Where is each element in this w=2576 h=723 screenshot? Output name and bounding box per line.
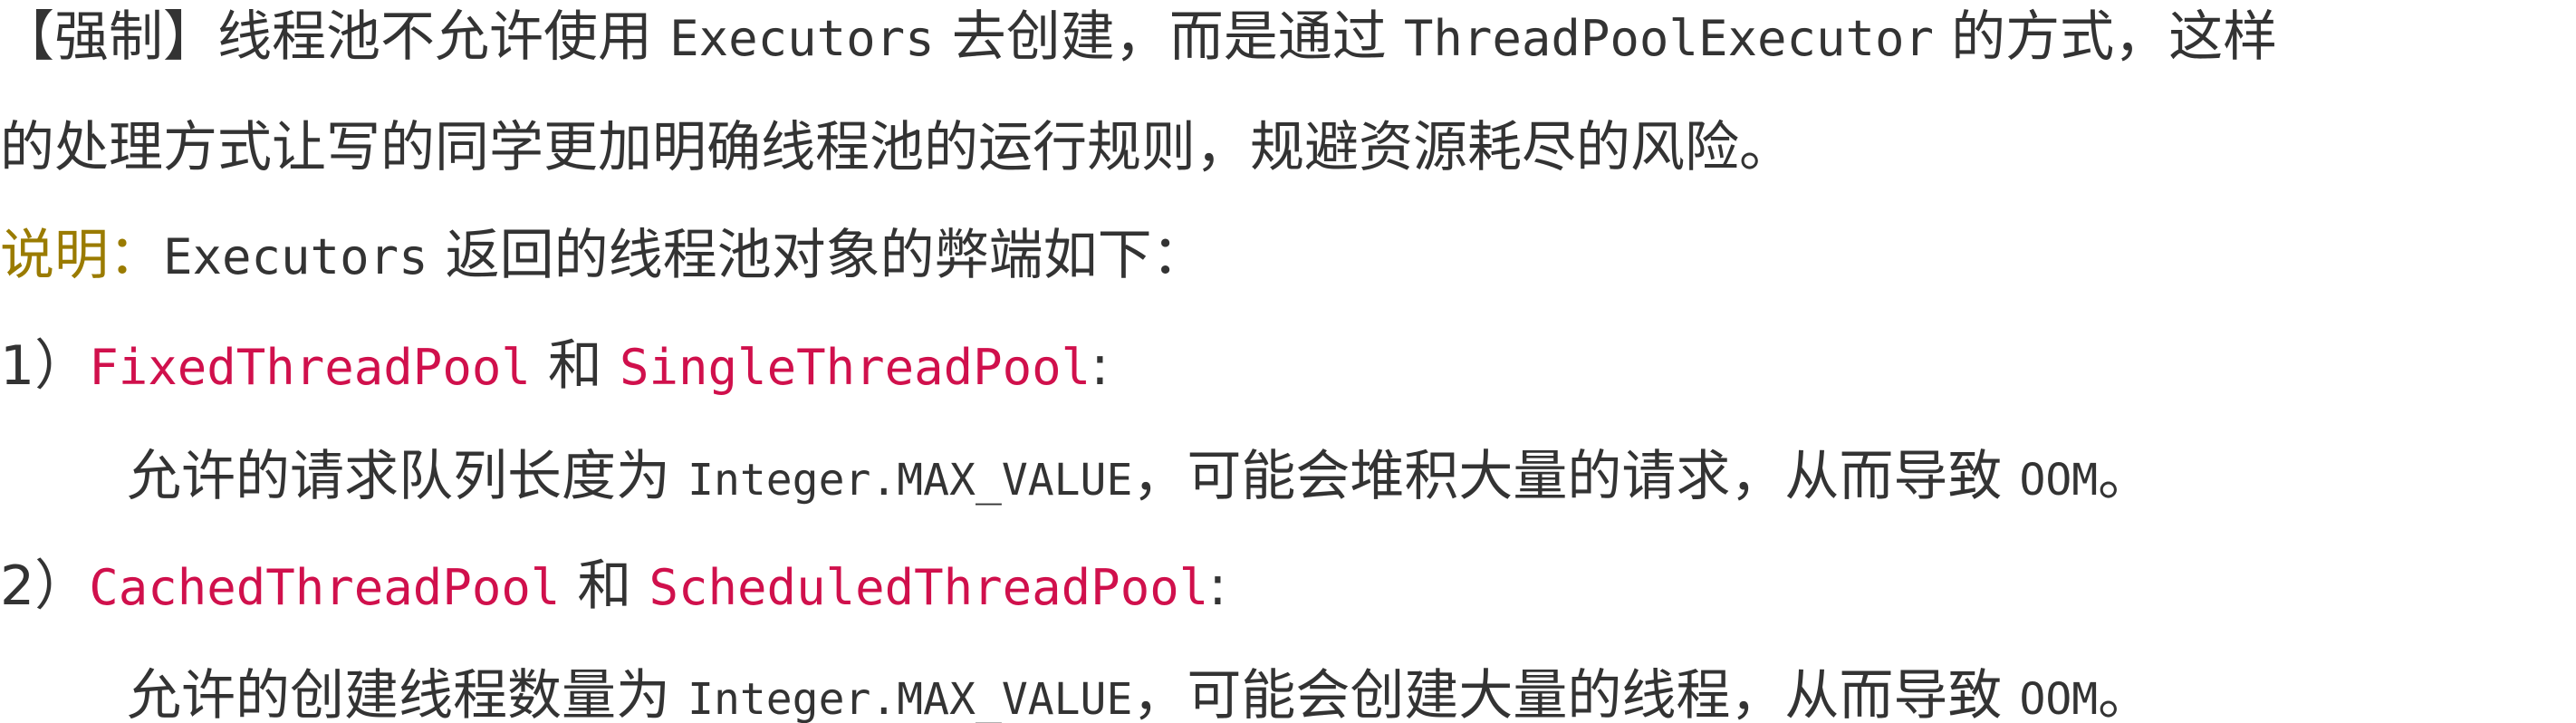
fixedthreadpool-code: FixedThreadPool [89, 339, 531, 396]
oom-code: OOM [2019, 455, 2099, 506]
item-number: 1） [0, 334, 90, 398]
executors-code: Executors [669, 10, 935, 67]
rule-line-1: 【强制】线程池不允许使用 Executors 去创建，而是通过 ThreadPo… [0, 1, 2277, 73]
note-line: 说明：Executors 返回的线程池对象的弊端如下： [0, 219, 1206, 292]
singlethreadpool-code: SingleThreadPool [620, 339, 1091, 396]
cachedthreadpool-code: CachedThreadPool [89, 559, 561, 616]
item-text: 和 [560, 554, 649, 618]
desc-text: 。 [2098, 664, 2153, 723]
note-label: 说明： [0, 224, 163, 287]
item-colon: : [1091, 334, 1110, 398]
desc-text: 允许的创建线程数量为 [127, 664, 688, 723]
item-1-heading: 1）FixedThreadPool 和 SingleThreadPool: [0, 330, 1109, 402]
document: 【强制】线程池不允许使用 Executors 去创建，而是通过 ThreadPo… [0, 0, 2576, 723]
item-2-description: 允许的创建线程数量为 Integer.MAX_VALUE，可能会创建大量的线程，… [127, 660, 2152, 723]
rule-text: 去创建，而是通过 [934, 5, 1404, 69]
item-1-description: 允许的请求队列长度为 Integer.MAX_VALUE，可能会堆积大量的请求，… [127, 440, 2152, 513]
note-text: 返回的线程池对象的弊端如下： [428, 224, 1206, 287]
item-colon: : [1208, 554, 1227, 618]
desc-text: ，可能会堆积大量的请求，从而导致 [1132, 445, 2020, 508]
desc-text: 。 [2098, 445, 2153, 508]
scheduledthreadpool-code: ScheduledThreadPool [649, 559, 1209, 616]
item-2-heading: 2）CachedThreadPool 和 ScheduledThreadPool… [0, 550, 1226, 622]
integer-max-value-code: Integer.MAX_VALUE [687, 455, 1133, 506]
executors-code: Executors [163, 228, 428, 285]
integer-max-value-code: Integer.MAX_VALUE [687, 674, 1133, 723]
item-text: 和 [530, 334, 620, 398]
desc-text: ，可能会创建大量的线程，从而导致 [1132, 664, 2020, 723]
oom-code: OOM [2019, 674, 2099, 723]
rule-text: 的方式，这样 [1934, 5, 2278, 69]
rule-text: 【强制】线程池不允许使用 [0, 5, 670, 69]
rule-line-2: 的处理方式让写的同学更加明确线程池的运行规则，规避资源耗尽的风险。 [0, 116, 1793, 179]
item-number: 2） [0, 554, 90, 618]
desc-text: 允许的请求队列长度为 [127, 445, 688, 508]
threadpoolexecutor-code: ThreadPoolExecutor [1403, 10, 1935, 67]
